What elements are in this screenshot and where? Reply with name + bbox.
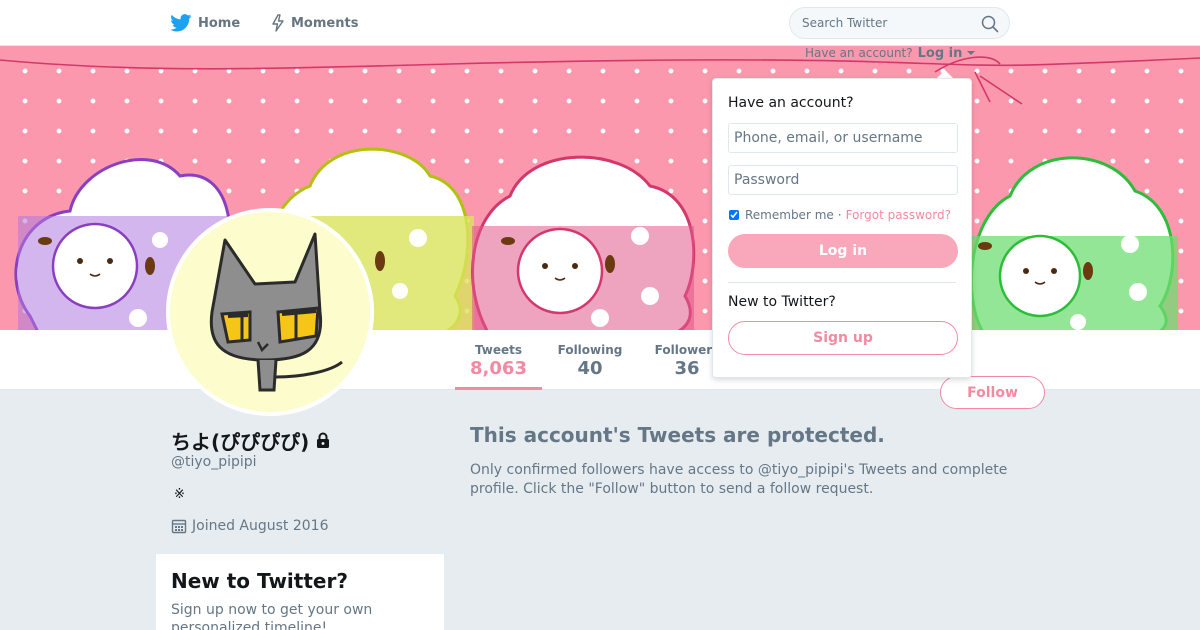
remember-me-label[interactable]: Remember me	[745, 208, 834, 222]
password-field[interactable]	[728, 165, 958, 195]
stat-following-label: Following	[557, 343, 623, 357]
remember-me-checkbox[interactable]	[729, 210, 739, 220]
nav-moments[interactable]: Moments	[271, 0, 358, 46]
top-navigation-bar: Home Moments	[0, 0, 1200, 46]
avatar[interactable]	[166, 208, 374, 416]
signup-card-title: New to Twitter?	[171, 569, 348, 593]
nav-home-label: Home	[198, 15, 241, 31]
profile-name: ちよ(ぴぴぴぴ)	[171, 426, 331, 455]
avatar-image	[170, 212, 370, 412]
stat-tweets-label: Tweets	[474, 343, 523, 357]
stat-tweets[interactable]: Tweets 8,063	[455, 330, 542, 390]
search-input[interactable]	[802, 16, 972, 30]
username-field[interactable]	[728, 123, 958, 153]
search-box	[789, 7, 1010, 39]
joined-date-text: Joined August 2016	[192, 518, 329, 534]
dropdown-title: Have an account?	[728, 95, 854, 111]
signup-card: New to Twitter? Sign up now to get your …	[156, 554, 444, 630]
nav-moments-label: Moments	[291, 15, 359, 31]
profile-joined: Joined August 2016	[171, 518, 328, 534]
caret-down-icon[interactable]	[967, 50, 976, 56]
new-to-twitter-label: New to Twitter?	[728, 294, 836, 310]
search-icon[interactable]	[981, 15, 999, 33]
stat-tweets-value: 8,063	[470, 358, 527, 379]
header-login-link[interactable]: Log in	[918, 46, 963, 61]
twitter-bird-icon	[170, 14, 192, 32]
signup-button[interactable]: Sign up	[728, 321, 958, 355]
remember-row: Remember me · Forgot password?	[728, 208, 956, 222]
forgot-password-link[interactable]: Forgot password?	[846, 208, 951, 222]
stat-following-value: 40	[577, 358, 603, 379]
calendar-icon	[171, 519, 187, 534]
nav-home[interactable]: Home	[170, 0, 240, 46]
dropdown-caret	[937, 70, 953, 78]
login-dropdown: Have an account? Remember me · Forgot pa…	[712, 78, 972, 378]
login-button[interactable]: Log in	[728, 234, 958, 268]
profile-bio: ※	[174, 487, 185, 502]
separator-dot: ·	[837, 208, 842, 222]
signup-card-text: Sign up now to get your own personalized…	[171, 602, 373, 630]
profile-handle[interactable]: @tiyo_pipipi	[171, 454, 257, 470]
protected-text: Only confirmed followers have access to …	[470, 462, 1008, 497]
lock-icon	[317, 432, 330, 448]
lightning-icon	[272, 14, 284, 32]
follow-button[interactable]: Follow	[940, 376, 1045, 409]
header-login-prompt: Have an account? Log in	[805, 46, 976, 61]
dropdown-divider	[728, 282, 956, 283]
have-account-text: Have an account?	[805, 46, 913, 60]
profile-name-text: ちよ(ぴぴぴぴ)	[171, 430, 310, 454]
protected-title: This account's Tweets are protected.	[470, 423, 885, 447]
stat-following[interactable]: Following 40	[550, 330, 630, 390]
